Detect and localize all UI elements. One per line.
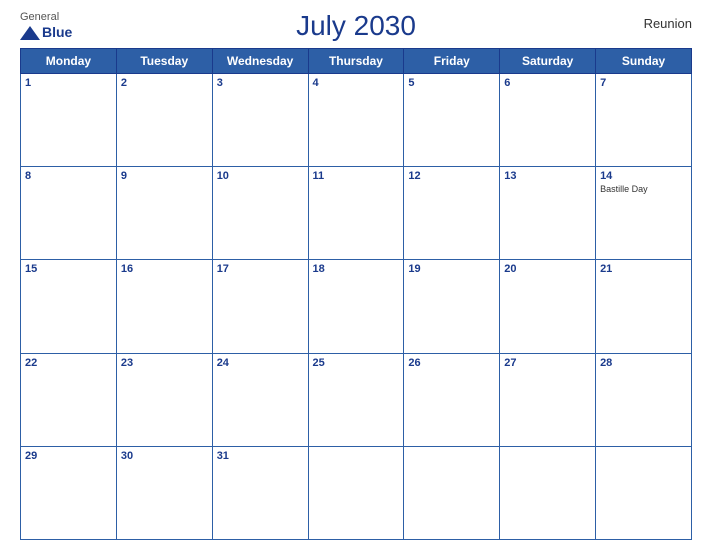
calendar-week-1: 1234567 — [21, 74, 692, 167]
calendar-cell: 12 — [404, 167, 500, 260]
day-number: 18 — [313, 263, 400, 275]
calendar-cell: 23 — [116, 353, 212, 446]
calendar-week-3: 15 16 17 18 19 20 21 — [21, 260, 692, 353]
calendar-cell: 11 — [308, 167, 404, 260]
day-number: 26 — [408, 357, 495, 369]
calendar-cell: 2 — [116, 74, 212, 167]
calendar-cell: 14 Bastille Day — [596, 167, 692, 260]
calendar-cell: 6 — [500, 74, 596, 167]
day-number: 27 — [504, 357, 591, 369]
day-number: 8 — [25, 170, 112, 182]
calendar-cell — [596, 446, 692, 539]
day-number: 3 — [217, 77, 304, 89]
calendar-cell — [308, 446, 404, 539]
calendar-cell: 21 — [596, 260, 692, 353]
weekday-header-thursday: Thursday — [308, 49, 404, 74]
calendar-cell: 26 — [404, 353, 500, 446]
calendar-header: General Blue July 2030 Reunion — [20, 10, 692, 42]
weekday-header-tuesday: Tuesday — [116, 49, 212, 74]
day-number: 10 — [217, 170, 304, 182]
day-number: 21 — [600, 263, 687, 275]
calendar-cell: 31 — [212, 446, 308, 539]
calendar-cell: 30 — [116, 446, 212, 539]
day-number: 20 — [504, 263, 591, 275]
calendar-cell: 22 — [21, 353, 117, 446]
day-number: 19 — [408, 263, 495, 275]
weekday-header-saturday: Saturday — [500, 49, 596, 74]
day-number: 25 — [313, 357, 400, 369]
calendar-cell: 1 — [21, 74, 117, 167]
day-number: 2 — [121, 77, 208, 89]
day-number: 31 — [217, 450, 304, 462]
weekday-header-sunday: Sunday — [596, 49, 692, 74]
region-label: Reunion — [644, 16, 692, 31]
logo-blue: Blue — [42, 24, 72, 41]
calendar-week-4: 22 23 24 25 26 27 28 — [21, 353, 692, 446]
calendar-cell: 8 — [21, 167, 117, 260]
logo: General Blue — [20, 11, 72, 41]
calendar-cell: 20 — [500, 260, 596, 353]
day-number: 9 — [121, 170, 208, 182]
event-label: Bastille Day — [600, 184, 687, 196]
logo-general: General — [20, 11, 59, 24]
day-number: 15 — [25, 263, 112, 275]
calendar-cell — [500, 446, 596, 539]
day-number: 4 — [313, 77, 400, 89]
day-number: 17 — [217, 263, 304, 275]
calendar-cell — [404, 446, 500, 539]
calendar-cell: 10 — [212, 167, 308, 260]
day-number: 11 — [313, 170, 400, 182]
calendar-cell: 4 — [308, 74, 404, 167]
weekday-header-monday: Monday — [21, 49, 117, 74]
calendar-cell: 18 — [308, 260, 404, 353]
day-number: 28 — [600, 357, 687, 369]
calendar-cell: 25 — [308, 353, 404, 446]
weekday-header-row: MondayTuesdayWednesdayThursdayFridaySatu… — [21, 49, 692, 74]
day-number: 29 — [25, 450, 112, 462]
weekday-header-friday: Friday — [404, 49, 500, 74]
calendar-cell: 29 — [21, 446, 117, 539]
day-number: 12 — [408, 170, 495, 182]
calendar-cell: 24 — [212, 353, 308, 446]
day-number: 22 — [25, 357, 112, 369]
calendar-cell: 3 — [212, 74, 308, 167]
calendar-week-2: 89 10 11 12 13 14 Bastille Day — [21, 167, 692, 260]
calendar-cell: 7 — [596, 74, 692, 167]
weekday-header-wednesday: Wednesday — [212, 49, 308, 74]
calendar-cell: 15 — [21, 260, 117, 353]
day-number: 24 — [217, 357, 304, 369]
calendar-cell: 13 — [500, 167, 596, 260]
calendar-cell: 17 — [212, 260, 308, 353]
day-number: 6 — [504, 77, 591, 89]
calendar-cell: 19 — [404, 260, 500, 353]
day-number: 13 — [504, 170, 591, 182]
day-number: 5 — [408, 77, 495, 89]
day-number: 14 — [600, 170, 687, 182]
calendar-table: MondayTuesdayWednesdayThursdayFridaySatu… — [20, 48, 692, 540]
logo-icon — [20, 26, 40, 40]
calendar-cell: 27 — [500, 353, 596, 446]
day-number: 23 — [121, 357, 208, 369]
calendar-title: July 2030 — [296, 10, 416, 42]
day-number: 16 — [121, 263, 208, 275]
calendar-cell: 28 — [596, 353, 692, 446]
day-number: 1 — [25, 77, 112, 89]
calendar-cell: 16 — [116, 260, 212, 353]
day-number: 7 — [600, 77, 687, 89]
day-number: 30 — [121, 450, 208, 462]
calendar-cell: 9 — [116, 167, 212, 260]
calendar-week-5: 29 30 31 — [21, 446, 692, 539]
calendar-cell: 5 — [404, 74, 500, 167]
